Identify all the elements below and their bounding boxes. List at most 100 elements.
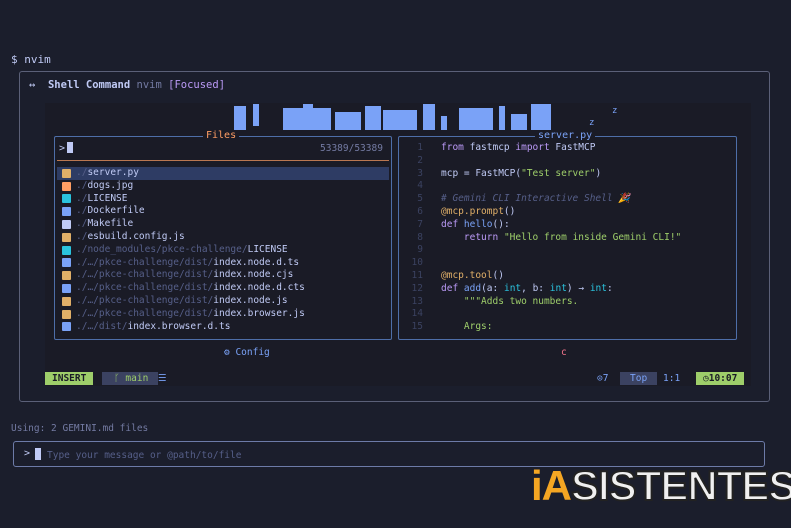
menu-icon: ☰ (158, 373, 167, 384)
file-list-item[interactable]: ./esbuild.config.js (57, 231, 389, 244)
code-text: Args: (463, 321, 493, 333)
file-list-item[interactable]: ./LICENSE (57, 193, 389, 206)
code-line: 14 (403, 308, 733, 321)
code-line: 10 (403, 257, 733, 270)
sleep-z-icon-small: z (589, 118, 595, 128)
file-type-icon (62, 220, 71, 230)
file-name: Dockerfile (87, 205, 145, 217)
file-path: ./ (76, 218, 88, 230)
cursor-position: 1:1 (663, 373, 681, 384)
input-prompt-symbol: > (24, 448, 31, 459)
file-list-item[interactable]: ./…/pkce-challenge/dist/index.node.cjs (57, 269, 389, 282)
file-type-icon (62, 232, 71, 242)
code-text: return "Hello from inside Gemini CLI!" (463, 231, 682, 243)
file-name: server.py (87, 167, 139, 178)
code-line: 4 (403, 180, 733, 193)
files-divider (57, 160, 389, 161)
file-list-item[interactable]: ./Dockerfile (57, 205, 389, 218)
file-path: ./ (76, 192, 88, 204)
file-name: index.node.d.cts (213, 282, 305, 294)
code-line: 6 @mcp.prompt() (403, 206, 733, 219)
sleep-z-icon: z (612, 106, 618, 116)
file-type-icon (62, 168, 71, 178)
file-list-item[interactable]: ./…/pkce-challenge/dist/index.node.js (57, 295, 389, 308)
panel-state: [Focused] (168, 79, 226, 91)
code-text: """Adds two numbers. (463, 295, 579, 307)
file-list-item[interactable]: ./server.py (57, 167, 389, 180)
code-text: def add(a: int, b: int) → int: (441, 282, 613, 294)
file-name: index.node.d.ts (213, 256, 300, 268)
file-path: ./ (76, 179, 88, 191)
file-type-icon (62, 284, 71, 294)
code-line: 8 return "Hello from inside Gemini CLI!" (403, 232, 733, 245)
git-branch: ᚴ main (102, 372, 159, 385)
code-line: 2 (403, 155, 733, 168)
file-path: ./…/dist/ (76, 320, 128, 332)
line-number: 12 (411, 282, 423, 294)
mode-indicator: INSERT (45, 372, 94, 385)
line-number: 7 (417, 218, 423, 230)
files-search-input[interactable]: > (59, 142, 74, 154)
panel-command: nvim (136, 79, 162, 91)
code-line: 11 @mcp.tool() (403, 270, 733, 283)
nvim-logo (231, 104, 571, 130)
code-preview[interactable]: 1 from fastmcp import FastMCP 2 3 mcp = Fast… (403, 142, 733, 334)
file-type-icon (62, 296, 71, 306)
diagnostics-count: ⊙7 (597, 373, 609, 384)
file-list-item[interactable]: ./node_modules/pkce-challenge/LICENSE (57, 244, 389, 257)
file-list-item[interactable]: ./…/pkce-challenge/dist/index.node.d.cts (57, 282, 389, 295)
file-type-icon (62, 245, 71, 255)
file-list-item[interactable]: ./…/pkce-challenge/dist/index.node.d.ts (57, 257, 389, 270)
panel-title: Shell Command (47, 79, 131, 91)
line-number: 6 (417, 205, 423, 217)
config-label[interactable]: ⚙ Config (224, 347, 270, 358)
line-number: 5 (417, 193, 423, 205)
file-name: index.node.js (213, 294, 288, 306)
clock: ◷10:07 (696, 372, 745, 385)
shell-command-title: ↔ Shell Command nvim [Focused] (29, 79, 225, 91)
file-list-item[interactable]: ./…/dist/index.browser.d.ts (57, 321, 389, 334)
file-type-icon (62, 271, 71, 281)
scroll-position: Top (620, 372, 658, 385)
code-line: 7 def hello(): (403, 219, 733, 232)
file-type-icon (62, 258, 71, 268)
file-path: ./…/pkce-challenge/dist/ (76, 294, 214, 306)
code-line: 12 def add(a: int, b: int) → int: (403, 283, 733, 296)
gemini-files-info: Using: 2 GEMINI.md files (11, 423, 149, 434)
code-line: 5 # Gemini CLI Interactive Shell 🎉 (403, 193, 733, 206)
file-path: ./node_modules/pkce-challenge/ (76, 243, 248, 255)
code-text: @mcp.tool() (441, 269, 504, 281)
file-type-icon (62, 181, 71, 191)
code-text: from fastmcp import FastMCP (441, 142, 596, 153)
code-text: mcp = FastMCP("Test server") (441, 167, 602, 179)
line-number: 11 (411, 269, 423, 281)
code-text: # Gemini CLI Interactive Shell 🎉 (441, 193, 631, 205)
line-number: 9 (417, 244, 423, 256)
file-path: ./ (76, 230, 88, 242)
line-number: 15 (411, 321, 423, 333)
code-line: 3 mcp = FastMCP("Test server") (403, 168, 733, 181)
file-list-item[interactable]: ./dogs.jpg (57, 180, 389, 193)
text-cursor (35, 448, 41, 460)
file-path: ./…/pkce-challenge/dist/ (76, 269, 214, 281)
file-name: LICENSE (87, 192, 128, 204)
expand-arrows-icon[interactable]: ↔ (29, 79, 35, 91)
file-path: ./…/pkce-challenge/dist/ (76, 307, 214, 319)
file-name: index.browser.d.ts (127, 320, 231, 332)
file-list-item[interactable]: ./Makefile (57, 218, 389, 231)
file-name: Makefile (87, 218, 134, 230)
preview-title: server.py (535, 130, 596, 141)
brand-watermark: iASISTENTES (531, 461, 791, 510)
file-name: esbuild.config.js (87, 230, 185, 242)
code-line: 15 Args: (403, 321, 733, 334)
file-type-icon (62, 309, 71, 319)
file-list[interactable]: ./server.py ./dogs.jpg ./LICENSE ./Dockerfi… (57, 167, 389, 333)
code-text: def hello(): (441, 218, 510, 230)
file-list-item[interactable]: ./…/pkce-challenge/dist/index.browser.js (57, 308, 389, 321)
file-path: ./ (76, 205, 88, 217)
file-type-icon (62, 194, 71, 204)
code-line: 9 (403, 244, 733, 257)
line-number: 3 (417, 167, 423, 179)
text-cursor (67, 142, 74, 153)
file-path: ./…/pkce-challenge/dist/ (76, 256, 214, 268)
